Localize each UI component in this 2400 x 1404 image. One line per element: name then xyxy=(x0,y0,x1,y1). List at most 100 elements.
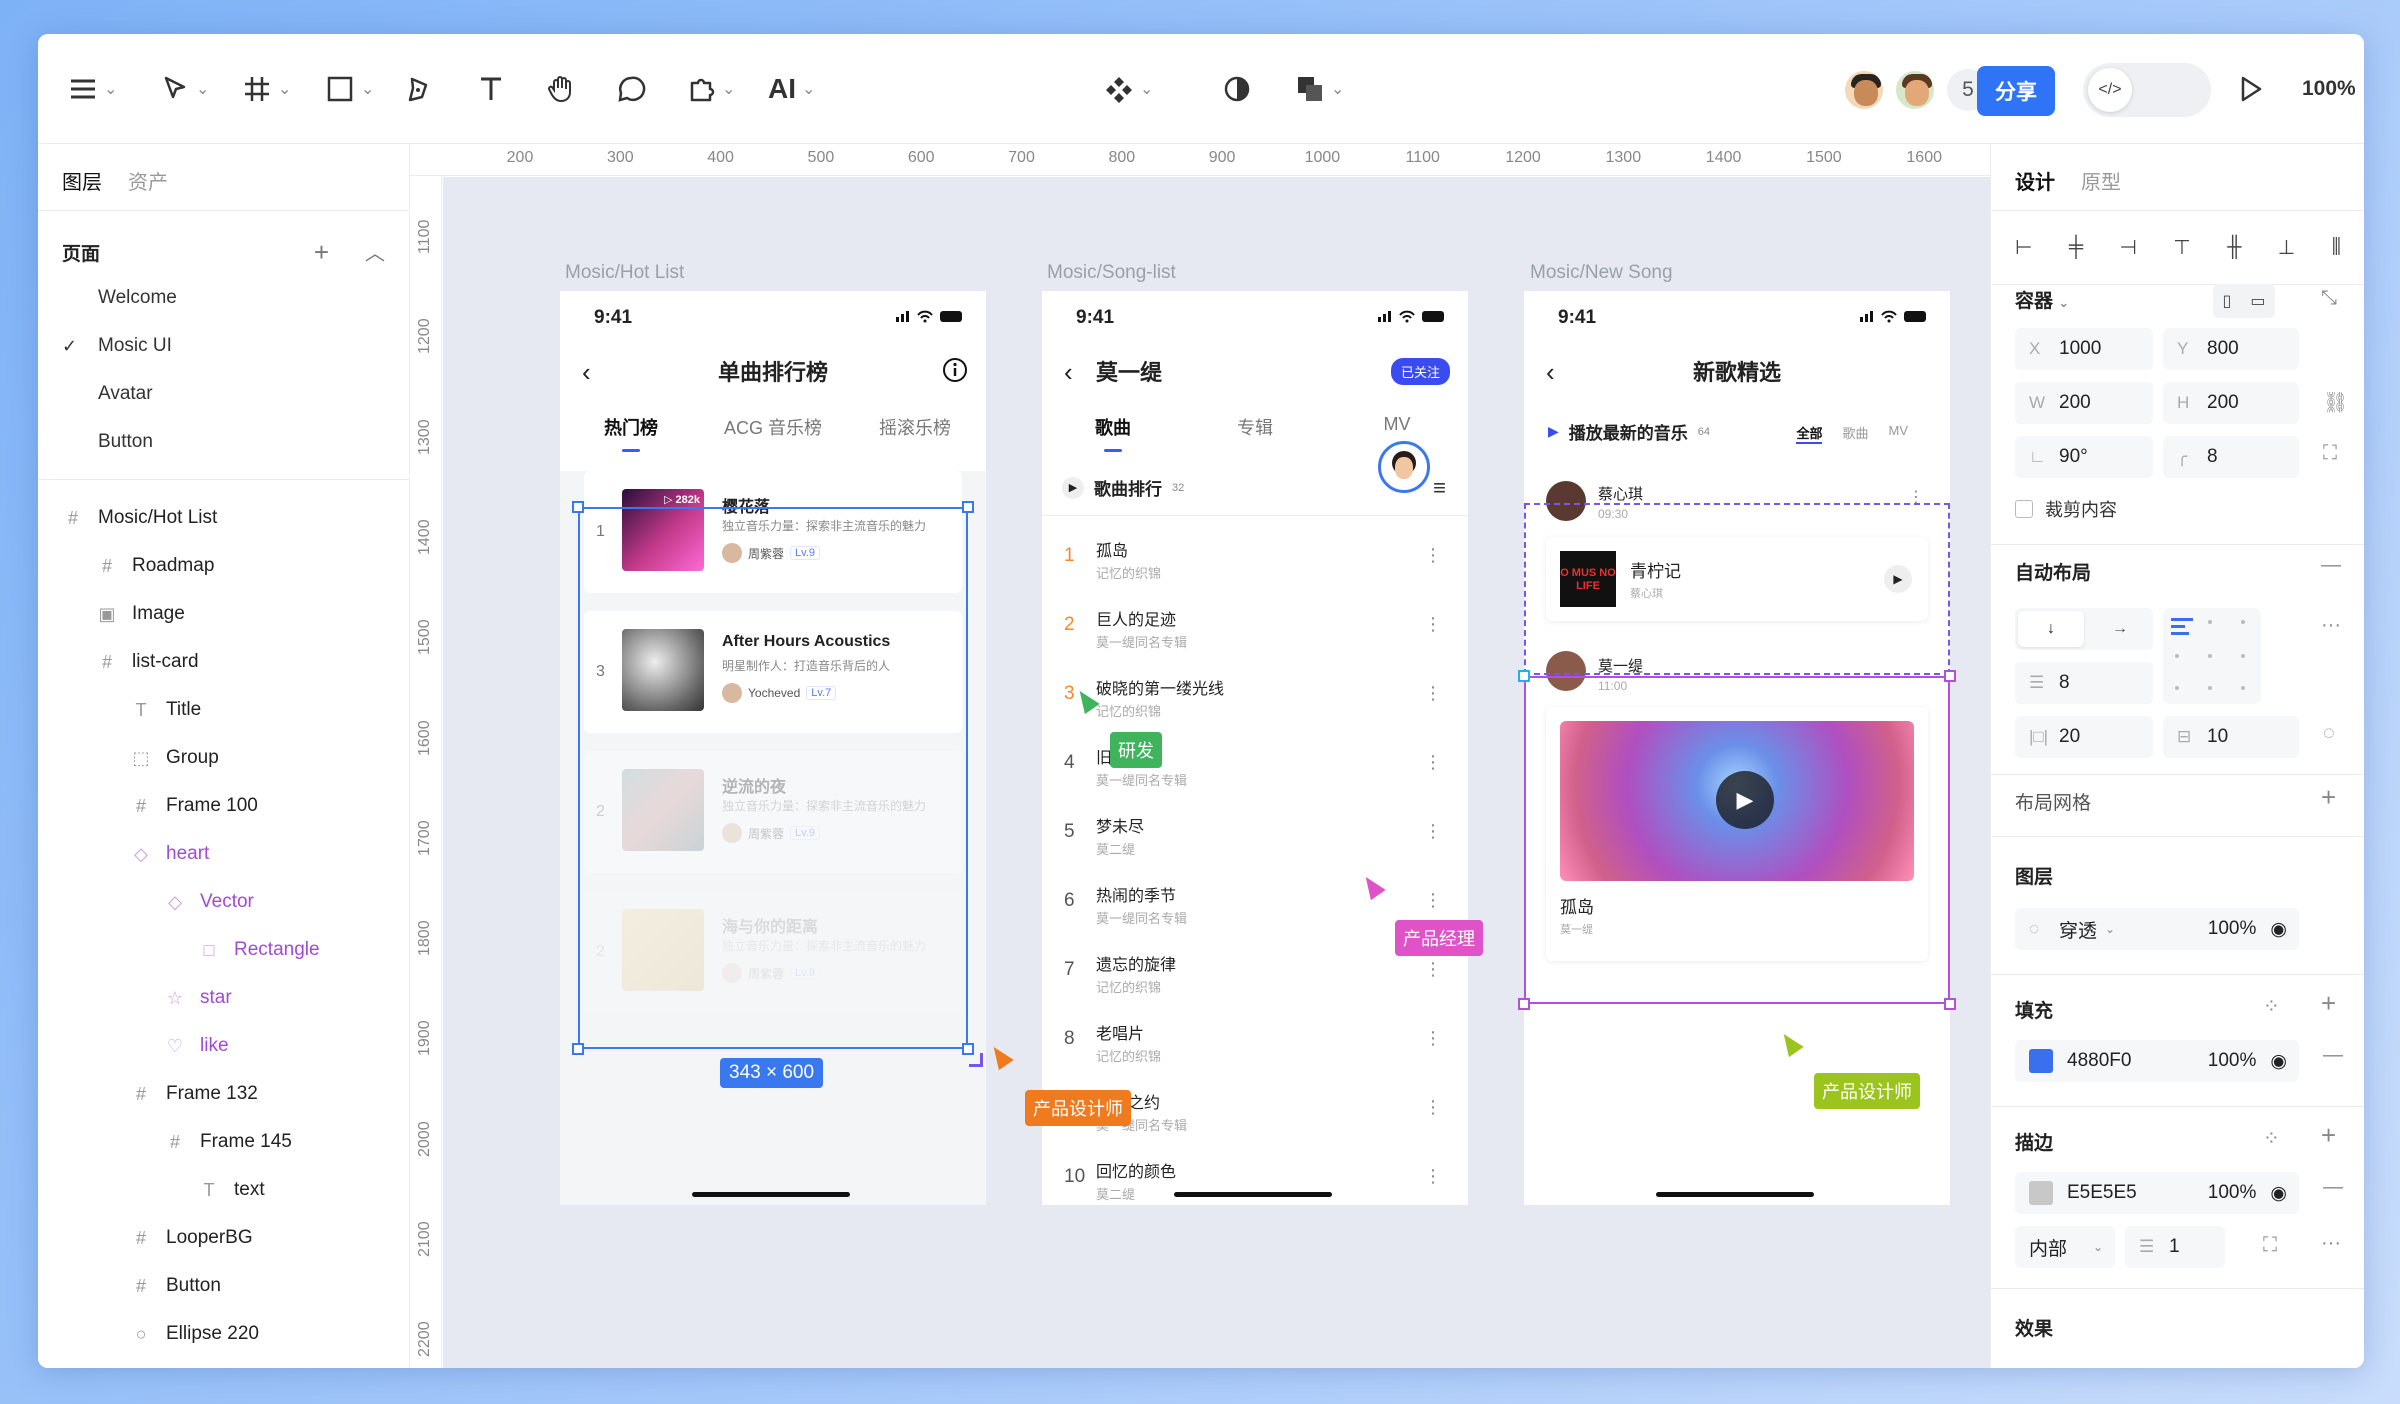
add-page-icon[interactable]: + xyxy=(314,237,329,268)
frame-label[interactable]: Mosic/New Song xyxy=(1530,262,1673,284)
more-icon[interactable]: ⋮ xyxy=(1424,545,1442,566)
align-top-icon[interactable]: ⊤ xyxy=(2173,235,2190,260)
resize-handle[interactable] xyxy=(962,501,974,513)
tab-songs[interactable]: 歌曲 xyxy=(1042,414,1184,440)
layer-item[interactable]: # Frame 100 xyxy=(38,782,410,830)
layer-item[interactable]: ◇ heart xyxy=(38,830,410,878)
more-icon[interactable]: ⋮ xyxy=(1424,959,1442,980)
align-left-icon[interactable]: ⊢ xyxy=(2015,235,2032,260)
more-icon[interactable]: ⋮ xyxy=(1424,1166,1442,1187)
layer-item[interactable]: T Title xyxy=(38,686,410,734)
color-swatch[interactable] xyxy=(2029,1049,2053,1073)
tab-hot[interactable]: 热门榜 xyxy=(560,414,702,440)
more-icon[interactable]: ··· xyxy=(2321,1232,2341,1255)
selection-box[interactable] xyxy=(578,507,968,1049)
collaborator-avatar[interactable] xyxy=(1843,69,1885,111)
container-label[interactable]: 容器 ⌄ xyxy=(2015,286,2069,313)
align-center-v-icon[interactable]: ╫ xyxy=(2227,236,2241,259)
clip-content[interactable]: 裁剪内容 xyxy=(2015,496,2117,522)
portrait-icon[interactable]: ▯ xyxy=(2223,291,2232,311)
info-icon[interactable] xyxy=(942,357,968,383)
layer-item[interactable]: # Frame 145 xyxy=(38,1118,410,1166)
resize-handle[interactable] xyxy=(572,501,584,513)
list-icon[interactable]: ≡ xyxy=(1433,475,1446,501)
stroke-field[interactable]: E5E5E5 100% ◉ xyxy=(2015,1172,2299,1214)
frame-label[interactable]: Mosic/Hot List xyxy=(565,262,684,284)
resize-handle[interactable] xyxy=(1944,670,1956,682)
collapse-resize-icon[interactable]: ⤡ xyxy=(2321,287,2337,310)
fill-field[interactable]: 4880F0 100% ◉ xyxy=(2015,1040,2299,1082)
play-latest[interactable]: ▶ 播放最新的音乐 64 xyxy=(1548,419,1710,444)
layer-item[interactable]: ○ Ellipse 220 xyxy=(38,1310,410,1358)
eye-icon[interactable]: ◉ xyxy=(2270,1182,2287,1205)
filter-all[interactable]: 全部 xyxy=(1796,423,1823,444)
frame-label[interactable]: Mosic/Song-list xyxy=(1047,262,1176,284)
layer-item[interactable]: Ttext xyxy=(38,1166,410,1214)
tab-rock[interactable]: 摇滚乐榜 xyxy=(844,414,986,440)
gap-field[interactable]: ☰ 8 xyxy=(2015,662,2153,704)
remove-icon[interactable]: — xyxy=(2323,1176,2343,1199)
shape-tool-button[interactable]: ⌄ xyxy=(325,34,374,144)
layer-item[interactable]: ▣ Image xyxy=(38,590,410,638)
zoom-dropdown[interactable]: 100% ⌄ xyxy=(2302,34,2364,144)
tab-albums[interactable]: 专辑 xyxy=(1184,414,1326,440)
song-row[interactable]: 5 梦未尽 莫二缇 ⋮ xyxy=(1042,799,1468,868)
padding-h-field[interactable]: |□| 20 xyxy=(2015,716,2153,758)
boolean-tool-button[interactable]: ⌄ xyxy=(1295,34,1344,144)
layer-item[interactable]: # Button xyxy=(38,1262,410,1310)
orientation-toggle[interactable]: ▯ ▭ xyxy=(2213,284,2275,318)
height-field[interactable]: H 200 xyxy=(2163,382,2299,424)
song-row[interactable]: 2 巨人的足迹 莫一缇同名专辑 ⋮ xyxy=(1042,592,1468,661)
blend-field[interactable]: ◌ 穿透 ⌄ 100% ◉ xyxy=(2015,908,2299,950)
page-item[interactable]: Button xyxy=(38,418,410,466)
align-bottom-icon[interactable]: ⊥ xyxy=(2278,235,2295,260)
move-tool-button[interactable]: ⌄ xyxy=(160,34,209,144)
resize-corner[interactable] xyxy=(969,1053,983,1067)
landscape-icon[interactable]: ▭ xyxy=(2250,291,2265,311)
text-tool-button[interactable] xyxy=(476,34,506,144)
more-icon[interactable]: ⋮ xyxy=(1424,752,1442,773)
more-icon[interactable]: ⋮ xyxy=(1424,1097,1442,1118)
y-field[interactable]: Y 800 xyxy=(2163,328,2299,370)
dev-mode-toggle[interactable]: </> xyxy=(2083,63,2211,117)
resize-handle[interactable] xyxy=(572,1043,584,1055)
eye-icon[interactable]: ◉ xyxy=(2270,1050,2287,1073)
hand-tool-button[interactable] xyxy=(546,34,576,144)
layer-item[interactable]: # LooperBG xyxy=(38,1214,410,1262)
remove-icon[interactable]: — xyxy=(2321,554,2341,577)
back-icon[interactable]: ‹ xyxy=(1064,357,1073,388)
layer-item[interactable]: □ Rectangle xyxy=(38,926,410,974)
rotation-field[interactable]: ∟ 90° xyxy=(2015,436,2153,478)
present-button[interactable] xyxy=(2238,34,2264,144)
stroke-sides-icon[interactable]: ⛶ xyxy=(2263,1234,2277,1257)
tab-mv[interactable]: MV xyxy=(1326,414,1468,440)
comment-tool-button[interactable] xyxy=(616,34,646,144)
align-center-h-icon[interactable]: ╪ xyxy=(2069,236,2083,259)
layer-item[interactable]: # Roadmap xyxy=(38,542,410,590)
x-field[interactable]: X 1000 xyxy=(2015,328,2153,370)
frame-tool-button[interactable]: ⌄ xyxy=(242,34,291,144)
more-icon[interactable]: ⋮ xyxy=(1424,821,1442,842)
radius-field[interactable]: ╭ 8 xyxy=(2163,436,2299,478)
tab-acg[interactable]: ACG 音乐榜 xyxy=(702,414,844,440)
eye-icon[interactable]: ◉ xyxy=(2270,918,2287,941)
style-icon[interactable]: ⁘ xyxy=(2263,994,2280,1019)
selection-box[interactable] xyxy=(1524,676,1950,1004)
layer-item[interactable]: ⬚ Group xyxy=(38,734,410,782)
padding-icon[interactable]: ◌ xyxy=(2323,722,2335,745)
more-icon[interactable]: ··· xyxy=(2321,614,2341,637)
constrain-icon[interactable]: ⛓ xyxy=(2323,390,2348,415)
add-icon[interactable]: + xyxy=(2321,988,2336,1019)
remove-icon[interactable]: — xyxy=(2323,1044,2343,1067)
add-icon[interactable]: + xyxy=(2321,782,2336,813)
collaborator-avatar[interactable] xyxy=(1894,69,1936,111)
layer-item[interactable]: ◇ Vector xyxy=(38,878,410,926)
stroke-position-select[interactable]: 内部 ⌄ xyxy=(2015,1226,2115,1268)
resize-handle[interactable] xyxy=(1518,998,1530,1010)
play-icon[interactable]: ▶ xyxy=(1062,476,1084,499)
arrow-right-icon[interactable]: → xyxy=(2087,608,2153,650)
component-tool-button[interactable]: ⌄ xyxy=(1104,34,1153,144)
mask-tool-button[interactable] xyxy=(1222,34,1252,144)
tab-assets[interactable]: 资产 xyxy=(128,172,168,194)
song-row[interactable]: 8 老唱片 记忆的织锦 ⋮ xyxy=(1042,1006,1468,1075)
